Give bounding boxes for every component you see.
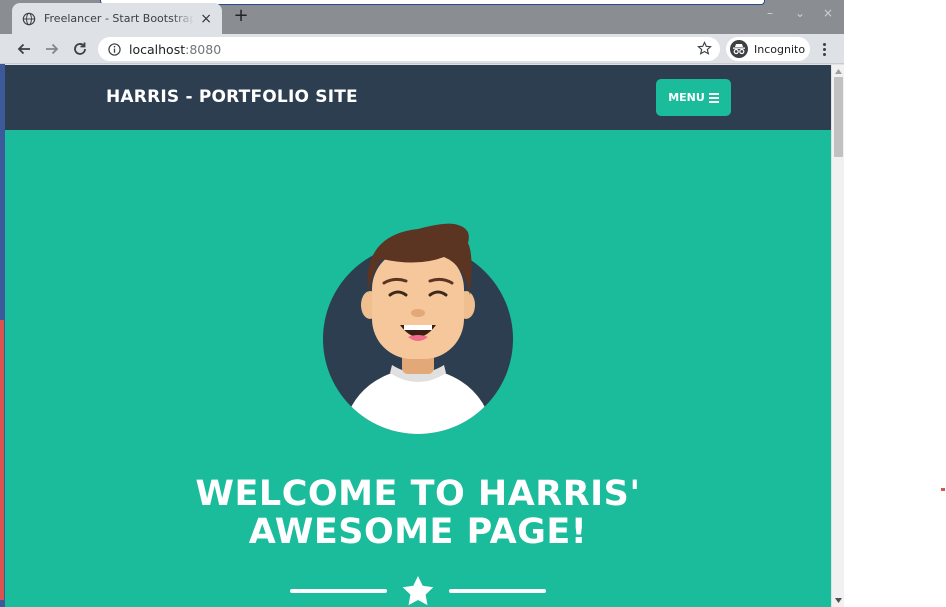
hero-headline-line2: AWESOME PAGE! <box>248 512 588 552</box>
globe-icon <box>22 12 36 25</box>
url-host: localhost <box>129 41 186 57</box>
tab-strip: Freelancer - Start Bootstrap Theme × + –… <box>0 0 844 34</box>
desktop-edge-red <box>0 320 4 600</box>
hero-headline-line1: WELCOME TO HARRIS' <box>195 474 641 514</box>
incognito-label: Incognito <box>754 42 806 56</box>
back-icon <box>17 43 30 55</box>
scroll-up-arrow-icon[interactable] <box>834 67 843 76</box>
divider-line-right <box>449 589 546 593</box>
scroll-down-arrow-icon[interactable] <box>834 596 843 605</box>
hero-headline: WELCOME TO HARRIS' AWESOME PAGE! <box>5 475 831 551</box>
browser-tab[interactable]: Freelancer - Start Bootstrap Theme × <box>12 3 222 34</box>
star-icon[interactable] <box>697 41 712 56</box>
desktop-artifact <box>941 488 945 491</box>
reload-icon <box>74 42 86 55</box>
browser-toolbar: localhost:8080 Incognito <box>0 34 844 64</box>
maximize-button[interactable]: ⌄ <box>790 6 810 22</box>
scrollbar-thumb[interactable] <box>834 77 843 157</box>
avatar-illustration <box>323 223 513 434</box>
star-divider <box>290 575 546 607</box>
site-navbar: HARRIS - PORTFOLIO SITE MENU <box>5 65 831 130</box>
incognito-icon <box>730 40 748 58</box>
forward-icon <box>46 43 59 55</box>
new-tab-button[interactable]: + <box>231 6 251 26</box>
tab-close-icon[interactable]: × <box>200 11 212 27</box>
close-window-button[interactable]: × <box>818 6 838 22</box>
url-port: :8080 <box>185 41 222 57</box>
info-icon[interactable] <box>108 42 121 56</box>
menu-button[interactable]: MENU <box>656 79 731 116</box>
minimize-button[interactable]: – <box>760 6 780 22</box>
reload-button[interactable] <box>69 38 91 60</box>
page-viewport: HARRIS - PORTFOLIO SITE MENU WELCOME TO … <box>5 65 831 607</box>
address-bar[interactable]: localhost:8080 <box>98 37 720 61</box>
back-button[interactable] <box>13 38 35 60</box>
divider-line-left <box>290 589 387 593</box>
site-brand-link[interactable]: HARRIS - PORTFOLIO SITE <box>106 87 358 107</box>
star-divider-icon <box>402 576 434 606</box>
forward-button[interactable] <box>41 38 63 60</box>
tab-title: Freelancer - Start Bootstrap Theme <box>44 12 195 25</box>
kebab-icon[interactable] <box>816 38 832 60</box>
browser-window: Freelancer - Start Bootstrap Theme × + –… <box>0 0 844 607</box>
incognito-profile-button[interactable]: Incognito <box>726 37 810 61</box>
page-scrollbar[interactable] <box>831 65 844 607</box>
hamburger-icon <box>708 92 719 103</box>
menu-label: MENU <box>668 91 705 104</box>
